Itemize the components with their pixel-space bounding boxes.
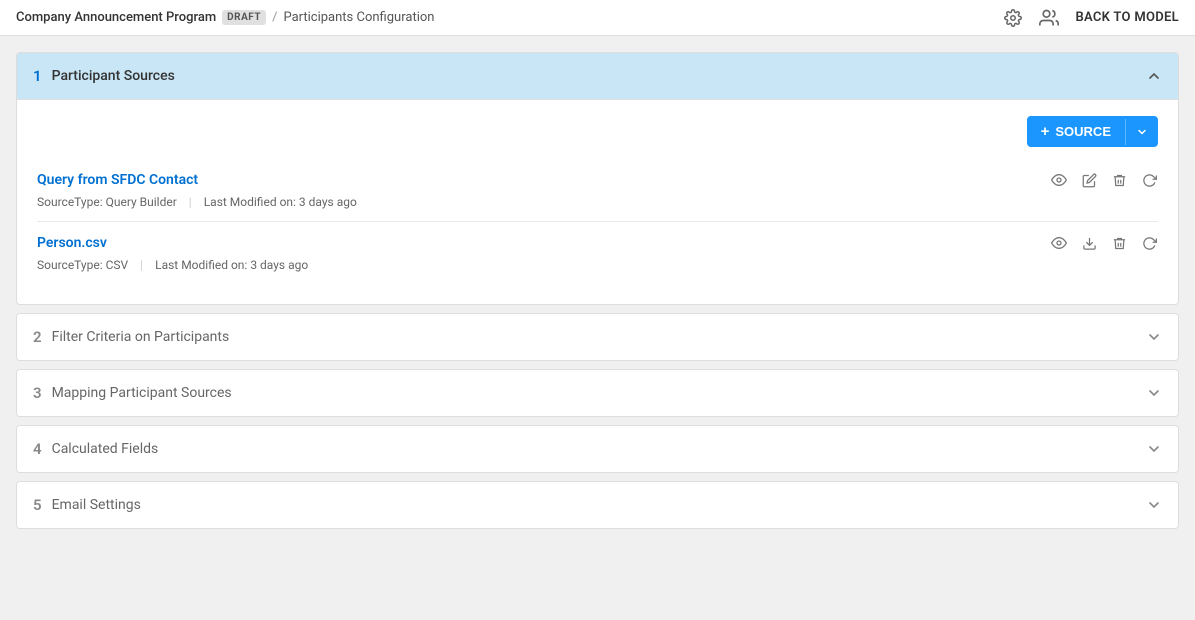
source-2-type: SourceType: CSV bbox=[37, 258, 128, 272]
source-item-2: Person.csv bbox=[37, 222, 1158, 284]
source-1-name[interactable]: Query from SFDC Contact bbox=[37, 172, 198, 188]
section-5-header[interactable]: 5 Email Settings bbox=[17, 482, 1178, 528]
section-3-header[interactable]: 3 Mapping Participant Sources bbox=[17, 370, 1178, 416]
source-1-type: SourceType: Query Builder bbox=[37, 195, 177, 209]
section-3-title: Mapping Participant Sources bbox=[52, 385, 232, 401]
source-btn-label: SOURCE bbox=[1055, 124, 1111, 139]
header: Company Announcement Program DRAFT / Par… bbox=[0, 0, 1195, 36]
source-2-preview-icon[interactable] bbox=[1050, 234, 1068, 252]
source-1-refresh-icon[interactable] bbox=[1140, 171, 1158, 189]
source-2-name[interactable]: Person.csv bbox=[37, 235, 107, 251]
section-1-number: 1 bbox=[33, 67, 42, 85]
section-4-header[interactable]: 4 Calculated Fields bbox=[17, 426, 1178, 472]
back-to-model-link[interactable]: BACK TO MODEL bbox=[1075, 10, 1179, 25]
source-btn-row: + SOURCE bbox=[37, 116, 1158, 147]
section-5-number: 5 bbox=[33, 496, 42, 514]
add-source-button[interactable]: + SOURCE bbox=[1027, 116, 1158, 147]
section-4-chevron-down-icon bbox=[1146, 441, 1162, 457]
section-1-title: Participant Sources bbox=[52, 68, 175, 84]
section-2-title: Filter Criteria on Participants bbox=[52, 329, 230, 345]
source-1-modified: Last Modified on: 3 days ago bbox=[204, 195, 357, 209]
breadcrumb-separator: / bbox=[272, 10, 277, 25]
section-2-header[interactable]: 2 Filter Criteria on Participants bbox=[17, 314, 1178, 360]
draft-badge: DRAFT bbox=[222, 10, 266, 25]
source-1-actions bbox=[1050, 171, 1158, 189]
source-2-actions bbox=[1050, 234, 1158, 252]
section-4-number: 4 bbox=[33, 440, 42, 458]
section-5-panel: 5 Email Settings bbox=[16, 481, 1179, 529]
section-2-panel: 2 Filter Criteria on Participants bbox=[16, 313, 1179, 361]
source-2-download-icon[interactable] bbox=[1080, 234, 1098, 252]
section-4-title: Calculated Fields bbox=[52, 441, 159, 457]
source-1-edit-icon[interactable] bbox=[1080, 171, 1098, 189]
source-item-1: Query from SFDC Contact bbox=[37, 159, 1158, 222]
plus-icon: + bbox=[1041, 123, 1050, 140]
section-3-number: 3 bbox=[33, 384, 42, 402]
source-btn-dropdown[interactable] bbox=[1125, 119, 1158, 145]
source-2-meta: SourceType: CSV | Last Modified on: 3 da… bbox=[37, 258, 1158, 272]
breadcrumb: Company Announcement Program DRAFT / Par… bbox=[16, 10, 434, 25]
breadcrumb-page: Participants Configuration bbox=[283, 10, 434, 25]
source-2-delete-icon[interactable] bbox=[1110, 234, 1128, 252]
main-content: 1 Participant Sources + SOURCE bbox=[0, 36, 1195, 545]
header-actions: BACK TO MODEL bbox=[1003, 8, 1179, 28]
section-2-number: 2 bbox=[33, 328, 42, 346]
section-3-chevron-down-icon bbox=[1146, 385, 1162, 401]
source-1-preview-icon[interactable] bbox=[1050, 171, 1068, 189]
section-2-chevron-down-icon bbox=[1146, 329, 1162, 345]
section-1-header[interactable]: 1 Participant Sources bbox=[17, 53, 1178, 99]
section-1-panel: 1 Participant Sources + SOURCE bbox=[16, 52, 1179, 305]
section-3-panel: 3 Mapping Participant Sources bbox=[16, 369, 1179, 417]
source-2-modified: Last Modified on: 3 days ago bbox=[155, 258, 308, 272]
source-1-meta: SourceType: Query Builder | Last Modifie… bbox=[37, 195, 1158, 209]
section-5-chevron-down-icon bbox=[1146, 497, 1162, 513]
users-icon[interactable] bbox=[1039, 8, 1059, 28]
section-4-panel: 4 Calculated Fields bbox=[16, 425, 1179, 473]
section-1-body: + SOURCE Query from SFDC Contact bbox=[17, 99, 1178, 304]
app-name: Company Announcement Program bbox=[16, 10, 216, 25]
source-1-delete-icon[interactable] bbox=[1110, 171, 1128, 189]
section-5-title: Email Settings bbox=[52, 497, 141, 513]
settings-icon[interactable] bbox=[1003, 8, 1023, 28]
section-1-chevron-up-icon bbox=[1146, 68, 1162, 84]
source-2-refresh-icon[interactable] bbox=[1140, 234, 1158, 252]
